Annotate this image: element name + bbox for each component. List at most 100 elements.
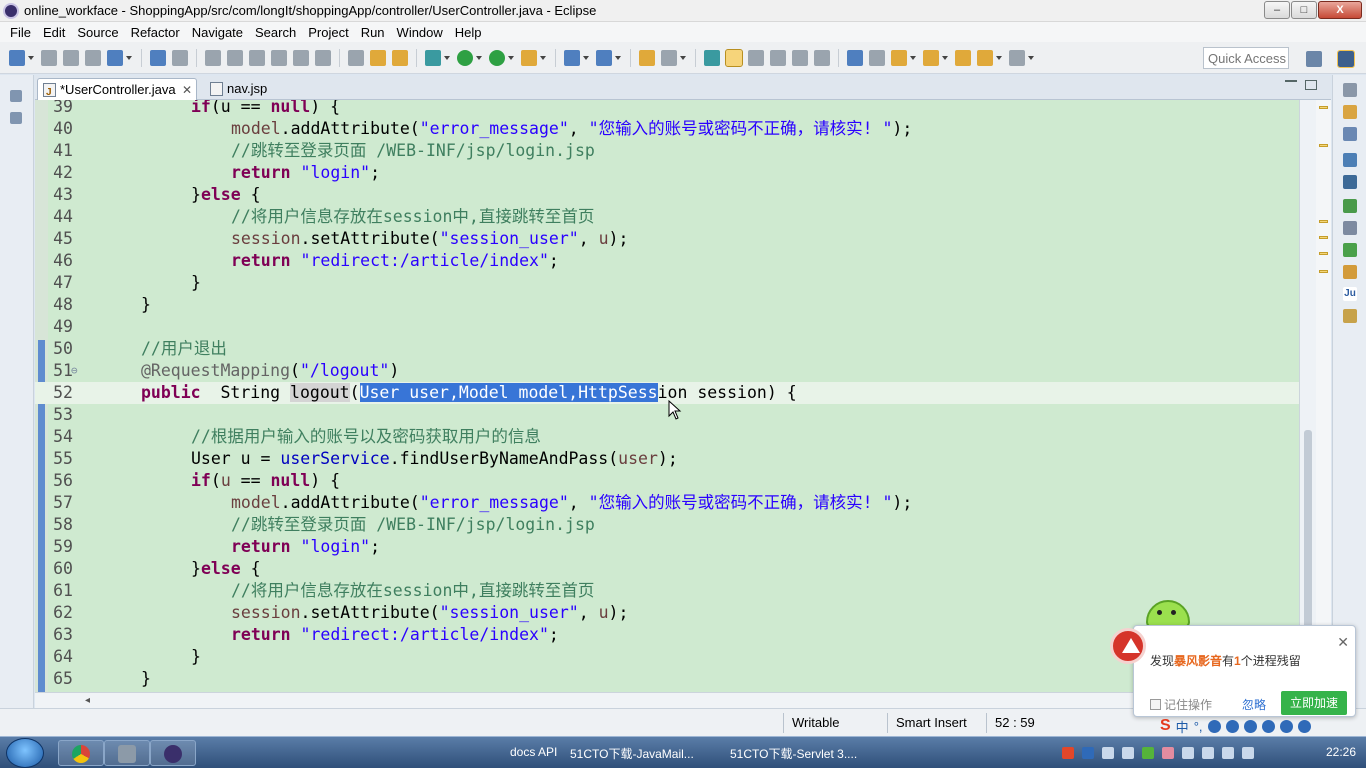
search-view-icon[interactable] <box>1343 309 1357 323</box>
taskbar-item-docs[interactable]: docs API <box>510 745 557 759</box>
save-icon[interactable] <box>41 49 57 66</box>
menu-run[interactable]: Run <box>355 25 391 40</box>
menu-source[interactable]: Source <box>71 25 124 40</box>
debug-settings-icon[interactable] <box>107 49 123 66</box>
chevron-down-icon[interactable] <box>1102 747 1114 759</box>
new-server-icon[interactable] <box>564 49 580 66</box>
warning-marker[interactable] <box>1319 106 1328 109</box>
back-dropdown-icon[interactable] <box>996 55 1002 60</box>
junit-icon[interactable]: Ju <box>1343 287 1357 301</box>
block-selection-icon[interactable] <box>748 49 764 66</box>
network-off-icon[interactable] <box>1182 747 1194 759</box>
markers-icon[interactable] <box>1343 199 1357 213</box>
task-list-icon[interactable] <box>1343 105 1357 119</box>
occurrence-marker[interactable] <box>1319 144 1328 147</box>
clock[interactable]: 22:26 <box>1326 745 1356 759</box>
sogou-tray-icon[interactable] <box>1062 747 1074 759</box>
console-icon[interactable] <box>150 49 166 66</box>
run-dropdown-icon[interactable] <box>476 55 482 60</box>
menu-file[interactable]: File <box>4 25 37 40</box>
console-view-icon[interactable] <box>1343 175 1357 189</box>
ignore-link[interactable]: 忽略 <box>1242 696 1266 713</box>
next-annotation-icon[interactable] <box>891 49 907 66</box>
scroll-left-icon[interactable]: ◂ <box>85 695 90 706</box>
menu-help[interactable]: Help <box>449 25 488 40</box>
external-tools-icon[interactable] <box>521 49 537 66</box>
previous-annotation-icon[interactable] <box>923 49 939 66</box>
open-type-icon[interactable] <box>348 49 364 66</box>
pin-icon[interactable] <box>869 49 885 66</box>
open-perspective-icon[interactable] <box>1306 51 1322 67</box>
user-icon[interactable] <box>1261 719 1275 733</box>
outline-icon[interactable] <box>1343 127 1357 141</box>
close-tab-icon[interactable]: ✕ <box>182 79 192 101</box>
keyboard-icon[interactable] <box>1243 719 1257 733</box>
globe-icon[interactable] <box>847 49 863 66</box>
minimize-editor-icon[interactable] <box>1285 80 1297 90</box>
search-dropdown-icon[interactable] <box>680 55 686 60</box>
menu-refactor[interactable]: Refactor <box>125 25 186 40</box>
sogou-icon[interactable]: S <box>1160 717 1171 735</box>
voice-icon[interactable] <box>1225 719 1239 733</box>
horizontal-scrollbar[interactable]: ◂ <box>35 692 1316 708</box>
close-popup-icon[interactable]: ✕ <box>1337 634 1349 651</box>
next-annotation-dropdown-icon[interactable] <box>910 55 916 60</box>
debug-dropdown-icon[interactable] <box>444 55 450 60</box>
coverage-dropdown-icon[interactable] <box>508 55 514 60</box>
taskbar-settings[interactable] <box>104 740 150 766</box>
occurrence-marker[interactable] <box>1319 270 1328 273</box>
code-editor[interactable]: 39 if(u == null) { 40 model.addAttribute("… <box>35 100 1299 692</box>
new-class-icon[interactable] <box>596 49 612 66</box>
skin-icon[interactable] <box>1279 719 1293 733</box>
search-tool-icon[interactable] <box>661 49 677 66</box>
data-source-icon[interactable] <box>1343 243 1357 257</box>
debug-settings-dropdown-icon[interactable] <box>126 55 132 60</box>
snippets-icon[interactable] <box>1343 265 1357 279</box>
open-folder-icon[interactable] <box>639 49 655 66</box>
java-ee-perspective-icon[interactable] <box>1337 50 1355 68</box>
ime-punct[interactable]: °, <box>1194 719 1203 734</box>
360-tray-icon[interactable] <box>1142 747 1154 759</box>
build-icon[interactable] <box>392 49 408 66</box>
flower-tray-icon[interactable] <box>1162 747 1174 759</box>
occurrence-marker[interactable] <box>1319 220 1328 223</box>
menu-search[interactable]: Search <box>249 25 302 40</box>
menu-project[interactable]: Project <box>302 25 354 40</box>
remember-checkbox[interactable]: 记住操作 <box>1150 696 1212 713</box>
resume-icon[interactable] <box>205 49 221 66</box>
ime-lang[interactable]: 中 <box>1176 717 1189 736</box>
volume-icon[interactable] <box>1242 747 1254 759</box>
taskbar-chrome[interactable] <box>58 740 104 766</box>
taskbar-item-servlet[interactable]: 51CTO下载-Servlet 3.... <box>730 745 857 762</box>
servers-icon[interactable] <box>1343 153 1357 167</box>
monitor-tray-icon[interactable] <box>1122 747 1134 759</box>
step-over-icon[interactable] <box>315 49 331 66</box>
print-icon[interactable] <box>85 49 101 66</box>
skip-breakpoints-icon[interactable] <box>172 49 188 66</box>
fold-collapse-icon[interactable]: ⊖ <box>71 360 78 382</box>
occurrence-marker[interactable] <box>1319 252 1328 255</box>
menu-window[interactable]: Window <box>391 25 449 40</box>
restore-icon[interactable] <box>1343 83 1357 97</box>
signal-icon[interactable] <box>1222 747 1234 759</box>
taskbar-eclipse[interactable] <box>150 740 196 766</box>
new-icon[interactable] <box>9 49 25 66</box>
maximize-button[interactable]: □ <box>1291 1 1317 19</box>
power-tray-icon[interactable] <box>1202 747 1214 759</box>
menu-navigate[interactable]: Navigate <box>186 25 249 40</box>
server-dropdown-icon[interactable] <box>583 55 589 60</box>
step-into-icon[interactable] <box>293 49 309 66</box>
forward-dropdown-icon[interactable] <box>1028 55 1034 60</box>
help-tray-icon[interactable] <box>1082 747 1094 759</box>
terminate-icon[interactable] <box>249 49 265 66</box>
open-task-icon[interactable] <box>370 49 386 66</box>
toggle-highlight-icon[interactable] <box>725 48 743 67</box>
run-coverage-icon[interactable] <box>489 49 505 66</box>
forward-icon[interactable] <box>1009 49 1025 66</box>
package-explorer-icon[interactable] <box>10 112 22 124</box>
run-icon[interactable] <box>457 49 473 66</box>
close-button[interactable]: X <box>1318 1 1362 19</box>
show-source-icon[interactable] <box>792 49 808 66</box>
speed-up-button[interactable]: 立即加速 <box>1281 691 1347 715</box>
suspend-icon[interactable] <box>227 49 243 66</box>
